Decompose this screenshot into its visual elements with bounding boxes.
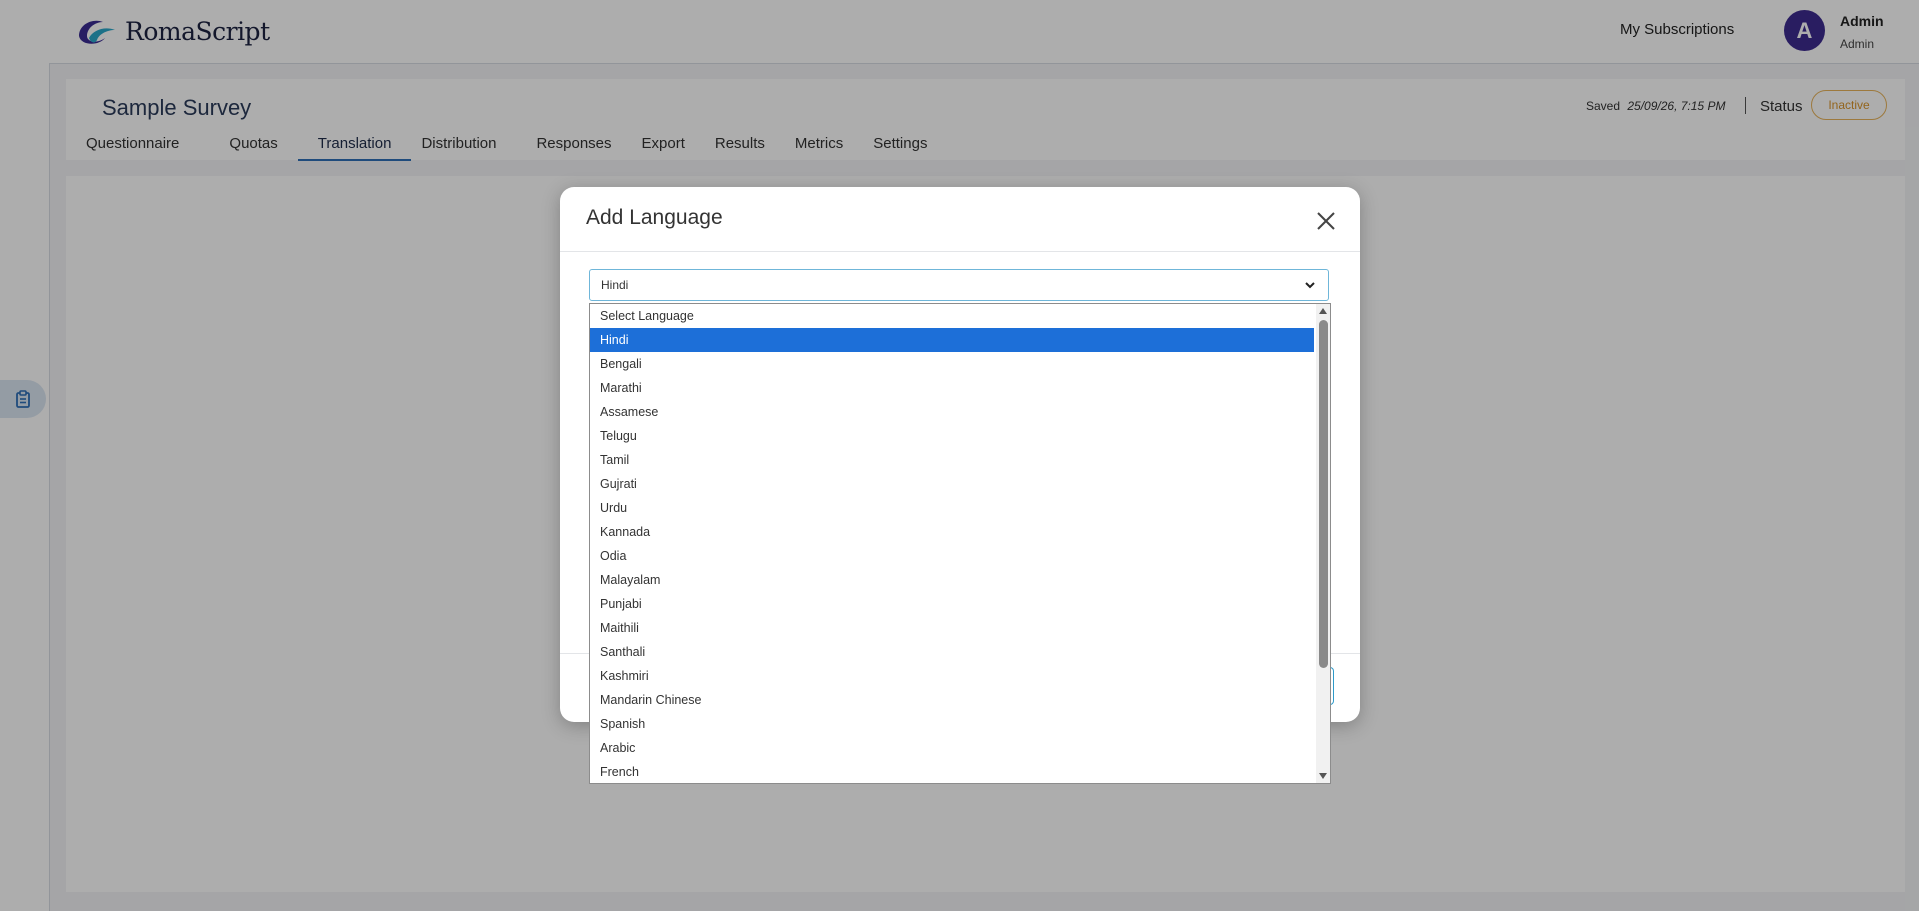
option-santhali[interactable]: Santhali xyxy=(590,640,1314,664)
option-spanish[interactable]: Spanish xyxy=(590,712,1314,736)
chevron-down-icon xyxy=(1305,282,1315,289)
dialog-title: Add Language xyxy=(586,206,723,229)
option-french[interactable]: French xyxy=(590,760,1314,783)
option-maithili[interactable]: Maithili xyxy=(590,616,1314,640)
option-mandarin-chinese[interactable]: Mandarin Chinese xyxy=(590,688,1314,712)
option-punjabi[interactable]: Punjabi xyxy=(590,592,1314,616)
option-tamil[interactable]: Tamil xyxy=(590,448,1314,472)
scrollbar[interactable] xyxy=(1316,304,1330,783)
scroll-down-arrow-icon[interactable] xyxy=(1319,773,1327,779)
close-button[interactable] xyxy=(1312,207,1340,235)
option-marathi[interactable]: Marathi xyxy=(590,376,1314,400)
option-arabic[interactable]: Arabic xyxy=(590,736,1314,760)
scroll-up-arrow-icon[interactable] xyxy=(1319,308,1327,314)
option-urdu[interactable]: Urdu xyxy=(590,496,1314,520)
option-bengali[interactable]: Bengali xyxy=(590,352,1314,376)
option-odia[interactable]: Odia xyxy=(590,544,1314,568)
option-malayalam[interactable]: Malayalam xyxy=(590,568,1314,592)
option-telugu[interactable]: Telugu xyxy=(590,424,1314,448)
option-select-language[interactable]: Select Language xyxy=(590,304,1314,328)
option-assamese[interactable]: Assamese xyxy=(590,400,1314,424)
option-kashmiri[interactable]: Kashmiri xyxy=(590,664,1314,688)
option-gujrati[interactable]: Gujrati xyxy=(590,472,1314,496)
language-options-list[interactable]: Select Language Hindi Bengali Marathi As… xyxy=(589,303,1331,784)
option-hindi[interactable]: Hindi xyxy=(590,328,1314,352)
option-kannada[interactable]: Kannada xyxy=(590,520,1314,544)
select-value: Hindi xyxy=(601,278,629,292)
scrollbar-thumb[interactable] xyxy=(1319,320,1328,668)
divider xyxy=(560,251,1360,252)
close-icon xyxy=(1317,212,1335,230)
language-select[interactable]: Hindi xyxy=(589,269,1329,301)
